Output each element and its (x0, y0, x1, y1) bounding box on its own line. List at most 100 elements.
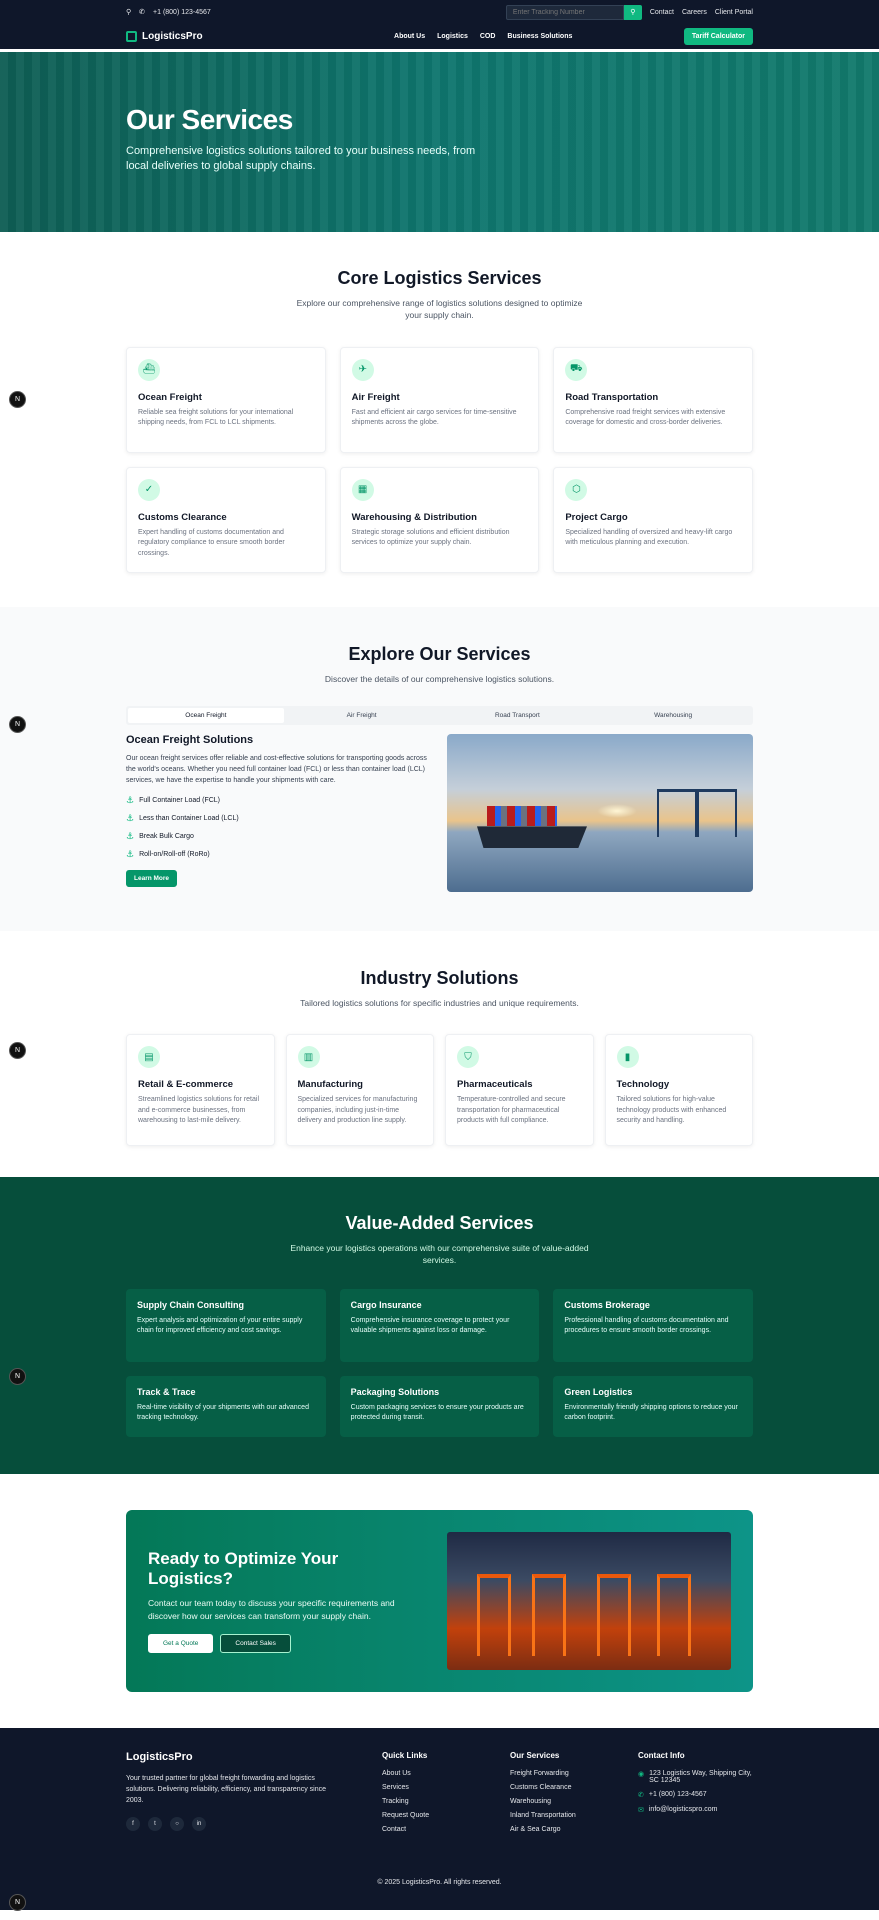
footer-link[interactable]: Warehousing (510, 1798, 638, 1805)
nav-business-solutions[interactable]: Business Solutions (507, 33, 572, 40)
service-card[interactable]: ⛴ Ocean Freight Reliable sea freight sol… (126, 346, 326, 453)
card-title: Pharmaceuticals (457, 1079, 533, 1091)
topbar-link-client-portal[interactable]: Client Portal (715, 9, 753, 16)
cta-banner: Ready to Optimize Your Logistics? Contac… (126, 1510, 753, 1692)
feature-list: ⚓ Full Container Load (FCL) ⚓ Less than Co… (126, 795, 431, 860)
get-quote-button[interactable]: Get a Quote (148, 1634, 214, 1654)
topbar-phone[interactable]: +1 (800) 123-4567 (153, 9, 211, 16)
card-text: Real-time visibility of your shipments w… (137, 1403, 309, 1422)
footer-link[interactable]: Inland Transportation (510, 1812, 638, 1819)
footer-link[interactable]: Customs Clearance (510, 1784, 638, 1791)
value-card[interactable]: Green Logistics Environmentally friendly… (553, 1375, 753, 1437)
email-text: info@logisticspro.com (648, 1806, 718, 1813)
learn-more-button[interactable]: Learn More (126, 869, 178, 887)
section-subtitle: Discover the details of our comprehensiv… (324, 674, 555, 684)
footer-link[interactable]: Air & Sea Cargo (510, 1826, 638, 1833)
tab-air-freight[interactable]: Air Freight (284, 708, 440, 723)
nav-about-us[interactable]: About Us (394, 33, 425, 40)
dev-badge[interactable]: N (9, 1894, 26, 1911)
service-card[interactable]: ✓ Customs Clearance Expert handling of c… (126, 466, 326, 573)
footer: LogisticsPro Your trusted partner for gl… (0, 1728, 879, 1910)
section-subtitle: Enhance your logistics operations with o… (290, 1243, 589, 1266)
dev-badge[interactable]: N (9, 1042, 26, 1059)
contact-email[interactable]: ✉ info@logisticspro.com (638, 1806, 753, 1814)
footer-link[interactable]: Tracking (382, 1798, 510, 1805)
industry-card[interactable]: ▮ Technology Tailored solutions for high… (604, 1034, 753, 1147)
footer-link[interactable]: Contact (382, 1826, 510, 1833)
footer-link[interactable]: About Us (382, 1770, 510, 1777)
card-title: Road Transportation (565, 391, 659, 403)
industry-card[interactable]: ⛉ Pharmaceuticals Temperature-controlled… (445, 1034, 594, 1147)
cta-text: Contact our team today to discuss your s… (148, 1597, 395, 1621)
cargo-ship-image (447, 734, 753, 893)
warehouse-icon: ▦ (351, 478, 374, 501)
logo[interactable]: LogisticsPro (126, 31, 203, 42)
anchor-icon: ⚓ (126, 830, 135, 841)
phone-text: +1 (800) 123-4567 (648, 1791, 707, 1798)
map-pin-icon: ◉ (638, 1771, 645, 1778)
service-card[interactable]: ✈ Air Freight Fast and efficient air car… (339, 346, 540, 453)
card-title: Cargo Insurance (350, 1299, 422, 1310)
service-tabs: Ocean Freight Air Freight Road Transport… (126, 706, 753, 726)
tracking-input[interactable] (505, 4, 624, 20)
tab-warehousing[interactable]: Warehousing (595, 708, 751, 723)
dev-badge[interactable]: N (9, 391, 26, 408)
search-icon[interactable]: ⚲ (126, 8, 131, 16)
twitter-icon[interactable]: t (148, 1816, 162, 1831)
contact-sales-button[interactable]: Contact Sales (220, 1634, 291, 1654)
service-card[interactable]: ⛟ Road Transportation Comprehensive road… (553, 346, 753, 453)
service-card[interactable]: ⬡ Project Cargo Specialized handling of … (553, 466, 753, 573)
nav-cod[interactable]: COD (480, 33, 496, 40)
tab-ocean-freight[interactable]: Ocean Freight (128, 708, 284, 724)
instagram-icon[interactable]: ○ (170, 1816, 184, 1831)
footer-link[interactable]: Freight Forwarding (510, 1770, 638, 1777)
section-title: Core Logistics Services (337, 268, 542, 288)
cube-icon (126, 31, 137, 42)
card-text: Custom packaging services to ensure your… (350, 1403, 524, 1422)
section-title: Value-Added Services (345, 1213, 534, 1233)
list-item-label: Less than Container Load (LCL) (139, 814, 239, 822)
anchor-icon: ⚓ (126, 812, 135, 823)
nav-logistics[interactable]: Logistics (437, 33, 468, 40)
dev-badge[interactable]: N (9, 716, 26, 733)
tab-road-transport[interactable]: Road Transport (440, 708, 596, 723)
tariff-calculator-button[interactable]: Tariff Calculator (683, 28, 753, 45)
facebook-icon[interactable]: f (126, 1816, 140, 1831)
card-title: Project Cargo (565, 511, 628, 523)
anchor-icon: ⚓ (126, 794, 135, 805)
industry-card[interactable]: ▥ Manufacturing Specialized services for… (285, 1034, 434, 1147)
list-item-label: Roll-on/Roll-off (RoRo) (139, 850, 210, 858)
card-text: Comprehensive insurance coverage to prot… (350, 1316, 510, 1335)
list-item: ⚓ Full Container Load (FCL) (126, 795, 431, 806)
service-card[interactable]: ▦ Warehousing & Distribution Strategic s… (339, 466, 540, 573)
card-title: Customs Brokerage (564, 1299, 650, 1310)
mail-icon: ✉ (638, 1807, 644, 1814)
search-icon: ⚲ (630, 9, 636, 16)
card-text: Reliable sea freight solutions for your … (138, 408, 294, 427)
industry-card[interactable]: ▤ Retail & E-commerce Streamlined logist… (126, 1034, 275, 1147)
card-title: Track & Trace (137, 1386, 196, 1397)
brand-name: LogisticsPro (142, 31, 203, 42)
value-card[interactable]: Cargo Insurance Comprehensive insurance … (339, 1288, 540, 1362)
footer-link[interactable]: Request Quote (382, 1812, 510, 1819)
card-text: Specialized services for manufacturing c… (297, 1096, 418, 1125)
value-card[interactable]: Track & Trace Real-time visibility of yo… (126, 1375, 326, 1437)
section-title: Industry Solutions (360, 968, 519, 988)
footer-about: Your trusted partner for global freight … (126, 1775, 326, 1804)
card-title: Warehousing & Distribution (351, 511, 477, 523)
topbar-link-careers[interactable]: Careers (682, 9, 707, 16)
contact-phone[interactable]: ✆ +1 (800) 123-4567 (638, 1791, 753, 1799)
value-card[interactable]: Customs Brokerage Professional handling … (553, 1288, 753, 1362)
value-card[interactable]: Packaging Solutions Custom packaging ser… (339, 1375, 540, 1437)
dev-badge[interactable]: N (9, 1368, 26, 1385)
topbar-link-contact[interactable]: Contact (650, 9, 674, 16)
card-title: Ocean Freight (138, 391, 202, 403)
card-title: Customs Clearance (138, 511, 227, 523)
footer-heading: Quick Links (382, 1751, 428, 1760)
copyright: © 2025 LogisticsPro. All rights reserved… (377, 1879, 502, 1886)
footer-link[interactable]: Services (382, 1784, 510, 1791)
plane-icon: ✈ (351, 358, 374, 381)
tracking-search-button[interactable]: ⚲ (623, 4, 642, 20)
value-card[interactable]: Supply Chain Consulting Expert analysis … (126, 1288, 326, 1362)
linkedin-icon[interactable]: in (192, 1816, 206, 1831)
